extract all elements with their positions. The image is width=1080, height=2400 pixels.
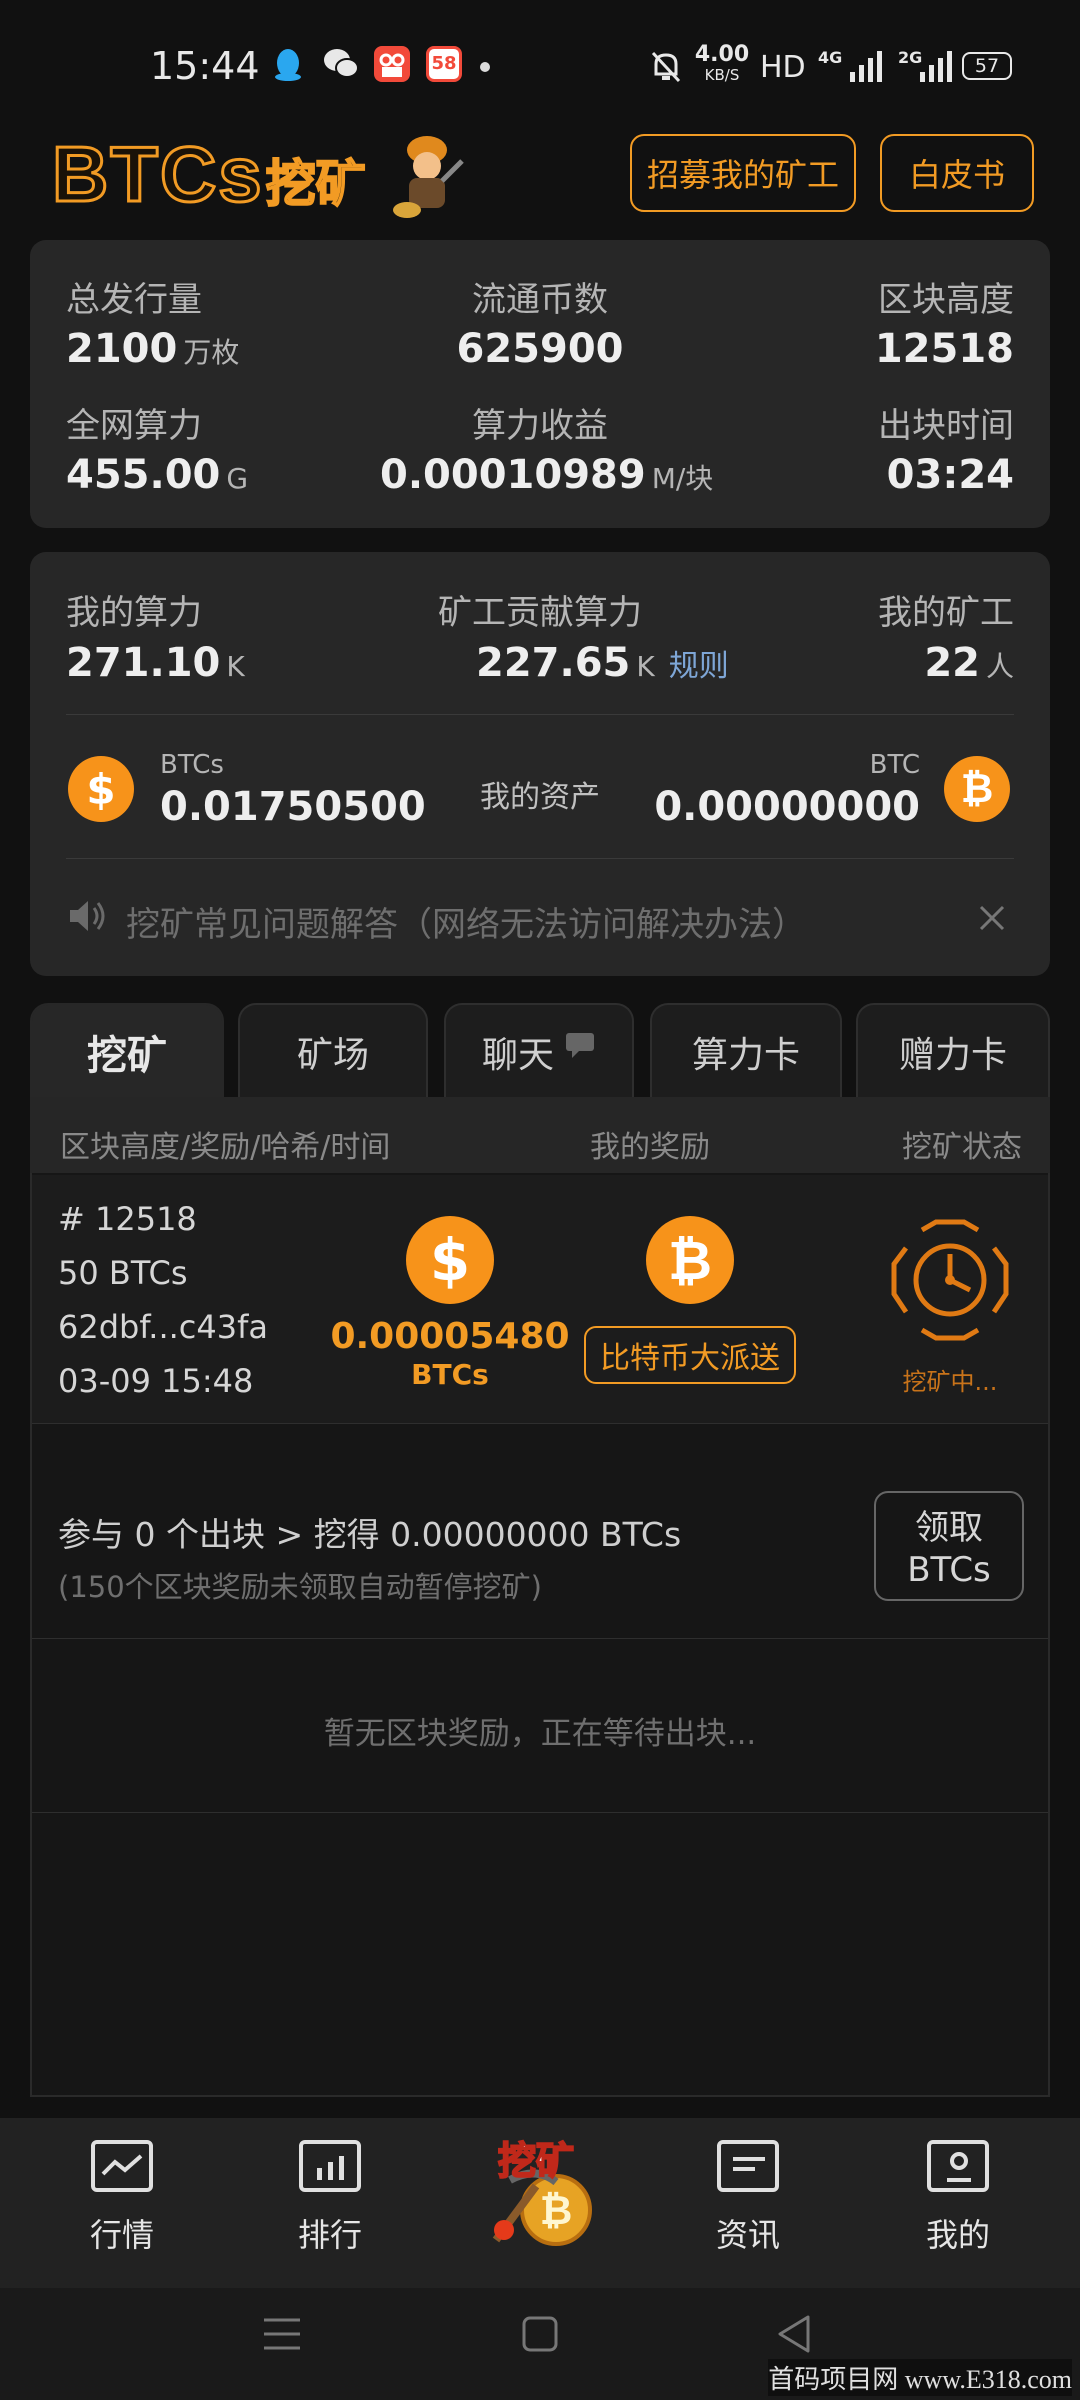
dollar-coin-icon: $ bbox=[68, 756, 134, 822]
miner-contrib-value: 227.65 K 规则 bbox=[476, 640, 729, 686]
btcs-label: BTCs bbox=[160, 750, 224, 780]
net-speed: 4.00 KB/S bbox=[694, 42, 750, 84]
hd-indicator: HD bbox=[760, 50, 806, 85]
tab-hash-card[interactable]: 算力卡 bbox=[650, 1003, 842, 1099]
block-reward: 50 BTCs bbox=[58, 1254, 188, 1292]
total-supply-label: 总发行量 bbox=[66, 280, 202, 320]
home-icon[interactable] bbox=[522, 2316, 558, 2356]
miner-mascot-icon bbox=[393, 136, 464, 218]
nav-news-label: 资讯 bbox=[715, 2216, 780, 2254]
nav-news[interactable]: 资讯 bbox=[688, 2140, 808, 2256]
block-time-value: 03:24 bbox=[886, 452, 1014, 498]
mining-gear-clock-icon bbox=[882, 1216, 1018, 1350]
participation-summary: 参与 0 个出块 > 挖得 0.00000000 BTCs bbox=[58, 1515, 682, 1554]
my-miners-value[interactable]: 22 人 bbox=[780, 640, 1014, 686]
claim-btcs-button[interactable]: 领取 BTCs bbox=[874, 1491, 1024, 1601]
bar-chart-icon bbox=[299, 2140, 361, 2192]
divider bbox=[32, 1423, 1048, 1424]
btc-balance: 0.00000000 bbox=[654, 784, 920, 830]
video-app-icon bbox=[374, 46, 410, 82]
block-time: 03-09 15:48 bbox=[58, 1362, 254, 1400]
col-mining-status: 挖矿状态 bbox=[902, 1130, 1022, 1165]
58-app-icon: 58 bbox=[426, 46, 462, 82]
claim-line-1: 领取 bbox=[915, 1508, 983, 1548]
block-height-label: 区块高度 bbox=[878, 280, 1014, 320]
signal-4g: 4G bbox=[818, 48, 843, 67]
miner-contrib-label: 矿工贡献算力 bbox=[438, 593, 642, 633]
nav-ranking[interactable]: 排行 bbox=[270, 2140, 390, 2256]
bitcoin-icon: ₿ bbox=[646, 1216, 734, 1304]
nav-mining-label: 挖矿 bbox=[497, 2138, 575, 2184]
faq-notice[interactable]: 挖矿常见问题解答（网络无法访问解决办法） bbox=[126, 897, 806, 946]
tab-mine-field[interactable]: 矿场 bbox=[238, 1003, 428, 1099]
col-my-reward: 我的奖励 bbox=[590, 1130, 710, 1165]
battery-indicator: 57 bbox=[962, 52, 1012, 80]
tab-mining[interactable]: 挖矿 bbox=[30, 1003, 224, 1099]
mining-status: 挖矿中... bbox=[902, 1368, 998, 1396]
status-time: 15:44 bbox=[150, 44, 260, 88]
divider bbox=[66, 858, 1014, 859]
signal-bars-1 bbox=[850, 50, 882, 82]
dollar-coin-icon: $ bbox=[406, 1216, 494, 1304]
block-height: # 12518 bbox=[58, 1200, 197, 1238]
tab-chat[interactable]: 聊天 bbox=[444, 1003, 634, 1099]
empty-reward-message: 暂无区块奖励，正在等待出块... bbox=[323, 1716, 757, 1752]
notification-dot bbox=[480, 62, 490, 72]
mute-bell-icon bbox=[650, 50, 682, 88]
wechat-icon bbox=[322, 46, 359, 82]
menu-icon[interactable] bbox=[262, 2316, 302, 2356]
news-doc-icon bbox=[717, 2140, 779, 2192]
nav-market-label: 行情 bbox=[89, 2216, 154, 2254]
block-height-value: 12518 bbox=[874, 326, 1014, 372]
btcs-balance: 0.01750500 bbox=[160, 784, 426, 830]
nav-mining[interactable]: ₿ 挖矿 bbox=[476, 2130, 606, 2260]
network-hash-value: 455.00 G bbox=[66, 452, 249, 498]
whitepaper-button[interactable]: 白皮书 bbox=[880, 134, 1034, 212]
nav-profile-label: 我的 bbox=[925, 2216, 990, 2254]
claim-line-2: BTCs bbox=[907, 1550, 991, 1590]
divider bbox=[32, 1638, 1048, 1639]
watermark: 首码项目网 www.E318.com bbox=[768, 2359, 1072, 2396]
signal-2g: 2G bbox=[898, 48, 923, 67]
my-reward-value: 0.00005480 bbox=[330, 1316, 570, 1357]
qq-icon bbox=[270, 46, 306, 82]
trend-chart-icon bbox=[91, 2140, 153, 2192]
divider bbox=[32, 1812, 1048, 1813]
circulating-label: 流通币数 bbox=[472, 280, 608, 320]
block-time-label: 出块时间 bbox=[878, 406, 1014, 446]
profile-card-icon bbox=[927, 2140, 989, 2192]
nav-market[interactable]: 行情 bbox=[62, 2140, 182, 2256]
btc-airdrop-button[interactable]: 比特币大派送 bbox=[584, 1326, 796, 1384]
app-logo: BTCs挖矿 bbox=[51, 124, 464, 224]
rules-link[interactable]: 规则 bbox=[669, 649, 729, 684]
hash-income-value: 0.00010989 M/块 bbox=[380, 452, 714, 498]
block-hash: 62dbf...c43fa bbox=[58, 1308, 268, 1346]
btc-label: BTC bbox=[869, 750, 920, 780]
tab-gift-card[interactable]: 赠力卡 bbox=[856, 1003, 1050, 1099]
recruit-miners-button[interactable]: 招募我的矿工 bbox=[630, 134, 856, 212]
nav-profile[interactable]: 我的 bbox=[898, 2140, 1018, 2256]
total-supply-value: 2100 万枚 bbox=[66, 326, 240, 372]
my-reward-unit: BTCs bbox=[411, 1358, 489, 1391]
col-block-info: 区块高度/奖励/哈希/时间 bbox=[60, 1130, 391, 1165]
my-hash-label: 我的算力 bbox=[66, 593, 202, 633]
close-icon[interactable] bbox=[978, 904, 1006, 936]
hash-income-label: 算力收益 bbox=[472, 406, 608, 446]
divider bbox=[66, 714, 1014, 715]
bitcoin-icon: ₿ bbox=[944, 756, 1010, 822]
tab-chat-label: 聊天 bbox=[481, 1035, 554, 1076]
chat-bubble-icon bbox=[566, 1033, 594, 1058]
participation-note: (150个区块奖励未领取自动暂停挖矿) bbox=[58, 1570, 542, 1604]
network-hash-label: 全网算力 bbox=[66, 406, 202, 446]
circulating-value: 625900 bbox=[456, 326, 624, 372]
back-icon[interactable] bbox=[774, 2314, 814, 2358]
my-miners-label: 我的矿工 bbox=[878, 593, 1014, 633]
speaker-icon bbox=[66, 896, 108, 940]
nav-ranking-label: 排行 bbox=[297, 2216, 362, 2254]
svg-text:₿: ₿ bbox=[540, 2188, 573, 2234]
my-hash-value: 271.10 K bbox=[66, 640, 245, 686]
my-assets-label: 我的资产 bbox=[480, 780, 600, 815]
signal-bars-2 bbox=[920, 50, 952, 82]
